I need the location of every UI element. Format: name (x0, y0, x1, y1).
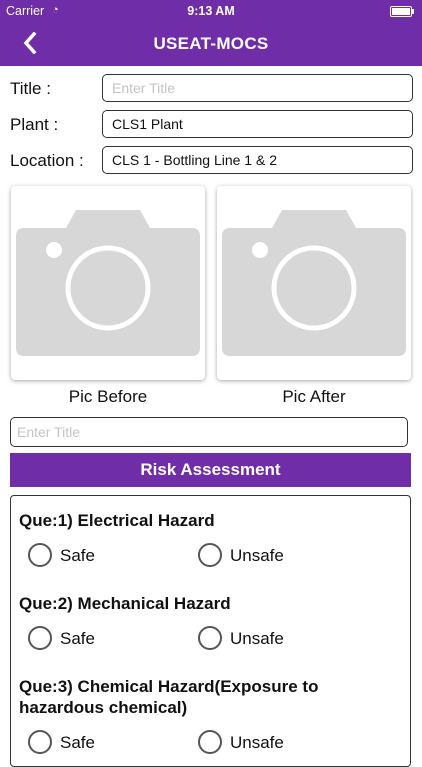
location-label: Location : (10, 151, 84, 170)
radio-icon (28, 543, 52, 567)
pic-before-button[interactable] (11, 186, 205, 380)
title-input[interactable]: Enter Title (102, 74, 413, 102)
title-label: Title : (10, 79, 51, 98)
location-field[interactable]: CLS 1 - Bottling Line 1 & 2 (102, 146, 413, 174)
unsafe-label: Unsafe (230, 733, 284, 752)
question-2-text: Que:2) Mechanical Hazard (19, 594, 231, 613)
second-title-input[interactable]: Enter Title (10, 417, 408, 447)
risk-questions-list: Que:1) Electrical Hazard Safe Unsafe Que… (10, 495, 411, 767)
status-time: 9:13 AM (187, 4, 235, 18)
radio-icon (28, 626, 52, 650)
camera-icon (222, 210, 406, 356)
safe-label: Safe (60, 629, 95, 648)
radio-icon (28, 730, 52, 754)
plant-row: Plant : CLS1 Plant (10, 110, 413, 140)
pic-before-label: Pic Before (68, 387, 148, 406)
pic-after-button[interactable] (217, 186, 411, 380)
nav-bar: USEAT-MOCS (0, 22, 422, 66)
radio-icon (198, 730, 222, 754)
camera-icon (16, 210, 200, 356)
risk-assessment-header: Risk Assessment (10, 453, 411, 487)
plant-label: Plant : (10, 115, 59, 134)
safe-label: Safe (60, 733, 95, 752)
radio-icon (198, 626, 222, 650)
battery-icon (390, 6, 414, 17)
status-bar: Carrier ◔ 9:13 AM (0, 0, 422, 22)
question-1-text: Que:1) Electrical Hazard (19, 511, 215, 530)
question-3-text: Que:3) Chemical Hazard(Exposure to hazar… (19, 677, 319, 717)
unsafe-label: Unsafe (230, 629, 284, 648)
safe-label: Safe (60, 546, 95, 565)
pic-after-label: Pic After (282, 387, 346, 406)
plant-field[interactable]: CLS1 Plant (102, 110, 413, 138)
radio-icon (198, 543, 222, 567)
unsafe-label: Unsafe (230, 546, 284, 565)
page-title: USEAT-MOCS (153, 34, 269, 53)
location-row: Location : CLS 1 - Bottling Line 1 & 2 (10, 146, 413, 176)
title-row: Title : Enter Title (10, 74, 413, 104)
